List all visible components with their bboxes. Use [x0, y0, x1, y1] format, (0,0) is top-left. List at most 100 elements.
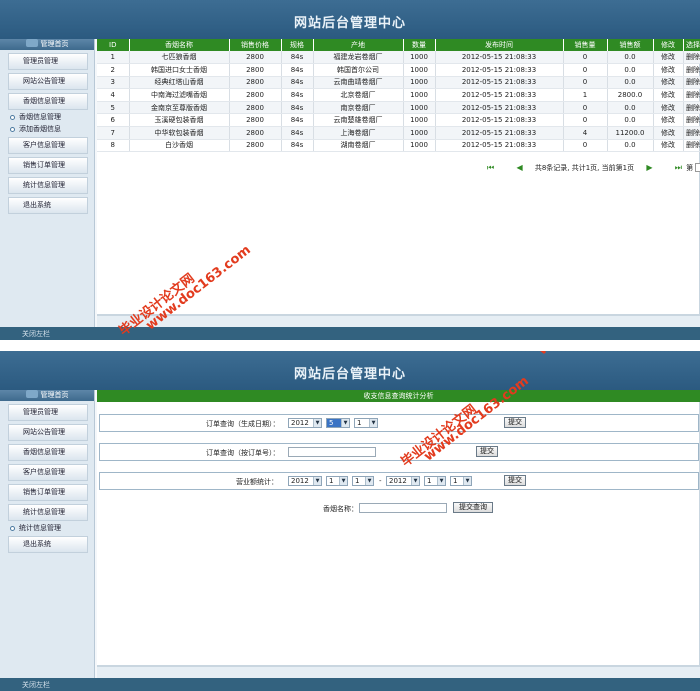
next-page-icon[interactable]: ▶ [646, 163, 652, 172]
table-cell: 4 [97, 88, 130, 102]
page-jump-input[interactable] [695, 163, 700, 172]
edit-link[interactable]: 修改 [653, 113, 684, 128]
sidebar-item[interactable]: 统计信息管理 [8, 504, 88, 521]
sidebar-item[interactable]: 网站公告管理 [8, 424, 88, 441]
table-cell: 中华软包装香烟 [129, 126, 230, 140]
chevron-down-icon: ▼ [313, 419, 321, 427]
table-cell: 84s [281, 139, 314, 153]
table-cell: 0 [563, 51, 608, 65]
table-row: 7 中华软包装香烟 2800 84s 上海卷烟厂 1000 2012-05-15 21:08… [97, 126, 700, 140]
column-header: 销售价格 [229, 39, 282, 51]
table-cell: 2 [97, 63, 130, 77]
delete-link[interactable]: 删除 [683, 113, 700, 128]
table-cell: 1 [563, 88, 608, 102]
order-number-submit-button[interactable]: 提交 [476, 446, 498, 457]
revenue-submit-button[interactable]: 提交 [504, 475, 526, 486]
table-cell: 2012-05-15 21:08:33 [435, 51, 564, 65]
cigarette-table: ID 香烟名称 销售价格 规格 产地 数量 发布时间 销售量 销售额 修改 选择 1 七匹狼香烟 280… [97, 39, 700, 153]
chevron-down-icon: ▼ [339, 477, 347, 485]
table-cell: 84s [281, 63, 314, 77]
order-year-select[interactable]: 2012 ▼ [288, 418, 322, 428]
sidebar-item[interactable]: 销售订单管理 [8, 484, 88, 501]
pager-jump-label: 第 [686, 164, 694, 172]
table-cell: 玉溪硬包装香烟 [129, 113, 230, 128]
revenue-to-year-select[interactable]: 2012 ▼ [386, 476, 420, 486]
revenue-from-year-select[interactable]: 2012 ▼ [288, 476, 322, 486]
cig-name-submit-button[interactable]: 提交查询 [453, 502, 493, 513]
last-page-icon[interactable]: ⏭ [675, 163, 682, 172]
page-title: 网站后台管理中心 [293, 367, 406, 382]
table-row: 5 金南京至尊版香烟 2800 84s 南京卷烟厂 1000 2012-05-15 21:0… [97, 101, 700, 115]
revenue-from-month-select[interactable]: 1 ▼ [326, 476, 348, 486]
pager-info: 共8条记录, 共计1页, 当前第1页 [534, 164, 635, 172]
sidebar-item[interactable]: 退出系统 [8, 197, 88, 214]
delete-link[interactable]: 删除 [683, 51, 700, 65]
sidebar-item[interactable]: 客户信息管理 [8, 137, 88, 154]
sidebar-home[interactable]: 管理首页 [0, 39, 94, 50]
home-icon [25, 390, 38, 398]
pagination: ⏮ ◀ 共8条记录, 共计1页, 当前第1页 ▶ ⏭ 第 [477, 163, 700, 173]
cig-name-label: 香烟名称： [323, 505, 358, 513]
table-cell: 1000 [403, 126, 436, 140]
column-header: 修改 [653, 39, 684, 51]
revenue-to-day-select[interactable]: 1 ▼ [450, 476, 472, 486]
table-cell: 0 [563, 63, 608, 77]
table-cell: 白沙香烟 [129, 139, 230, 153]
edit-link[interactable]: 修改 [653, 76, 684, 90]
edit-link[interactable]: 修改 [653, 88, 684, 102]
delete-link[interactable]: 删除 [683, 63, 700, 77]
revenue-from-day-select[interactable]: 1 ▼ [352, 476, 374, 486]
table-cell: 0.0 [607, 139, 654, 153]
sidebar-item[interactable]: 管理员管理 [8, 53, 88, 70]
order-month-select[interactable]: 5 ▼ [326, 418, 350, 428]
screen-statistics: 网站后台管理中心 管理首页 管理员管理网站公告管理 香烟信息管理 客户信息管理 销售订… [0, 351, 700, 691]
sidebar-item[interactable]: 网站公告管理 [8, 73, 88, 90]
prev-page-icon[interactable]: ◀ [516, 163, 522, 172]
chevron-down-icon: ▼ [365, 477, 373, 485]
delete-link[interactable]: 删除 [683, 139, 700, 153]
table-cell: 1000 [403, 76, 436, 90]
table-cell: 84s [281, 113, 314, 128]
sidebar-home[interactable]: 管理首页 [0, 390, 94, 401]
horizontal-scrollbar[interactable] [97, 666, 700, 678]
sidebar-item[interactable]: 退出系统 [8, 536, 88, 553]
revenue-to-month-select[interactable]: 1 ▼ [424, 476, 446, 486]
delete-link[interactable]: 删除 [683, 101, 700, 115]
sidebar-item[interactable]: 销售订单管理 [8, 157, 88, 174]
delete-link[interactable]: 删除 [683, 88, 700, 102]
table-cell: 8 [97, 139, 130, 153]
first-page-icon[interactable]: ⏮ [487, 163, 494, 172]
close-left-panel-link[interactable]: 关闭左栏 [22, 680, 50, 690]
delete-link[interactable]: 删除 [683, 126, 700, 140]
table-cell: 0.0 [607, 51, 654, 65]
table-row: 4 中南海过滤嘴香烟 2800 84s 北京卷烟厂 1000 2012-05-15 21:0… [97, 88, 700, 102]
sidebar-subitem[interactable]: 香烟信息管理 [10, 112, 94, 122]
order-number-input[interactable] [288, 447, 376, 457]
order-day-select[interactable]: 1 ▼ [354, 418, 378, 428]
close-left-panel-link[interactable]: 关闭左栏 [22, 329, 50, 339]
order-number-label: 订单查询（按订单号）： [206, 449, 280, 457]
sidebar-subitem[interactable]: 添加香烟信息 [10, 124, 94, 134]
sidebar-item[interactable]: 管理员管理 [8, 404, 88, 421]
header-bar: 网站后台管理中心 [0, 351, 700, 390]
screen-cigarette-list: 网站后台管理中心 管理首页 管理员管理 网站公告管理 香烟信息管理 香烟信息管理 添加香… [0, 0, 700, 340]
edit-link[interactable]: 修改 [653, 126, 684, 140]
edit-link[interactable]: 修改 [653, 101, 684, 115]
sidebar-item[interactable]: 统计信息管理 [8, 177, 88, 194]
delete-link[interactable]: 删除 [683, 76, 700, 90]
cig-name-input[interactable] [359, 503, 447, 513]
table-cell: 84s [281, 51, 314, 65]
table-cell: 2012-05-15 21:08:33 [435, 63, 564, 77]
horizontal-scrollbar[interactable] [97, 315, 700, 327]
footer-bar: 关闭左栏 [0, 327, 700, 340]
sidebar-item[interactable]: 香烟信息管理 [8, 93, 88, 110]
sidebar-item[interactable]: 客户信息管理 [8, 464, 88, 481]
table-cell: 2012-05-15 21:08:33 [435, 139, 564, 153]
edit-link[interactable]: 修改 [653, 63, 684, 77]
edit-link[interactable]: 修改 [653, 139, 684, 153]
sidebar-subitem[interactable]: 统计信息管理 [10, 523, 94, 533]
sidebar-item[interactable]: 香烟信息管理 [8, 444, 88, 461]
table-cell: 2800 [229, 126, 282, 140]
order-date-submit-button[interactable]: 提交 [504, 417, 526, 428]
edit-link[interactable]: 修改 [653, 51, 684, 65]
